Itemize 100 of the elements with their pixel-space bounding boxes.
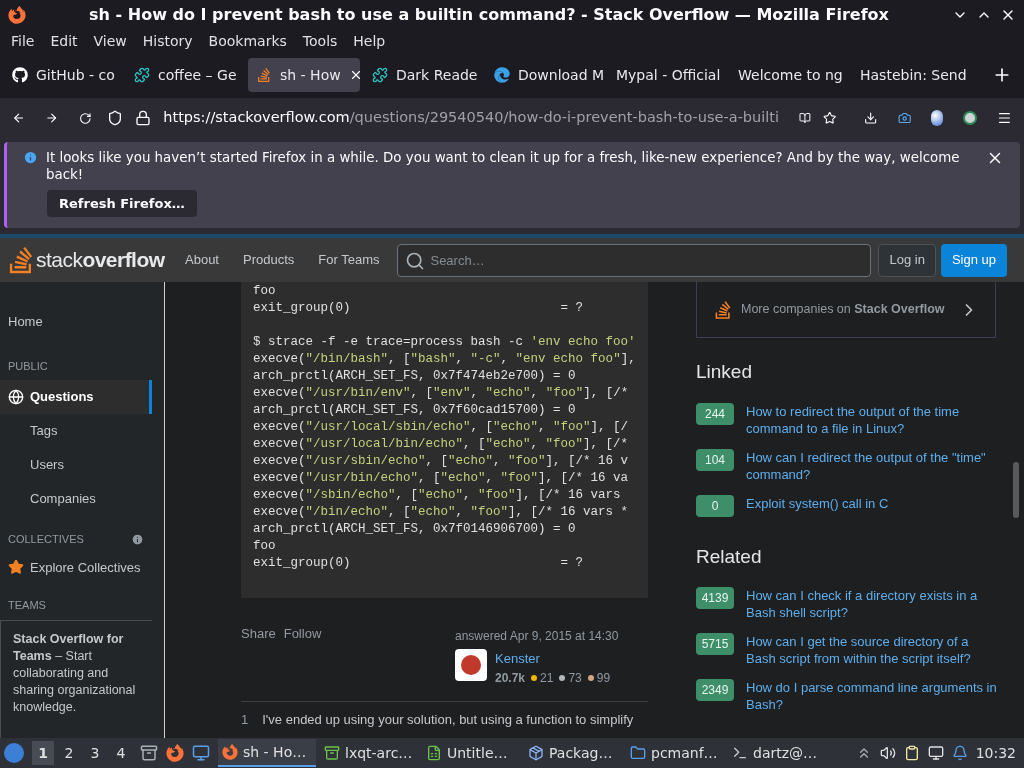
desktop-switcher[interactable]: 2: [58, 741, 80, 765]
post-action-link[interactable]: Follow: [283, 624, 322, 644]
firefox-icon: [8, 6, 26, 24]
shield-icon: [107, 110, 124, 126]
code-line: foo: [253, 283, 276, 300]
taskbar-button[interactable]: Packag…: [524, 739, 622, 767]
lock-icon: [135, 110, 152, 126]
menu-item[interactable]: Bookmarks: [200, 30, 295, 52]
sidebar-link[interactable]: Users: [0, 448, 152, 482]
reputation: 20.7k: [495, 669, 526, 687]
sidebar-link[interactable]: Home: [8, 312, 43, 332]
taskbar-button[interactable]: dartz@…: [728, 739, 826, 767]
clock: 10:32: [975, 743, 1016, 763]
firefox-icon[interactable]: [166, 744, 184, 762]
question-link[interactable]: How can I check if a directory exists in a Bash shell script?: [746, 587, 998, 621]
question-link[interactable]: How to redirect the output of the time command to a file in Linux?: [746, 402, 998, 437]
taskbar-button[interactable]: pcmanf…: [626, 739, 724, 767]
companies-card[interactable]: More companies on Stack Overflow: [696, 282, 996, 338]
desktop-switcher[interactable]: 3: [84, 741, 106, 765]
stack-icon: [256, 67, 272, 83]
menu-item[interactable]: Help: [345, 30, 394, 52]
site-logo[interactable]: stackoverflow: [36, 244, 165, 276]
question-link[interactable]: How do I parse command line arguments in Bash?: [746, 679, 998, 713]
desktop-switcher[interactable]: 4: [110, 741, 132, 765]
sidebar-link[interactable]: Tags: [0, 414, 152, 448]
notification-icon[interactable]: [951, 745, 968, 761]
badge-count: 99: [596, 669, 611, 687]
notification-text: It looks like you haven’t started Firefox in a while. Do you want to clean it up for a fresh, like-new experience? And by the way, welcome back!: [46, 149, 961, 183]
code-line: execve("/bin/bash", ["bash", "-c", "env echo foo"],: [253, 351, 636, 368]
browser-tab[interactable]: Mypal - Official: [608, 58, 726, 92]
question-link[interactable]: How can I redirect the output of the "time" command?: [746, 448, 998, 483]
browser-tab[interactable]: GitHub - co: [4, 58, 122, 92]
stack-icon: [713, 299, 733, 320]
volume-icon[interactable]: [879, 745, 896, 761]
score-badge: 2349: [696, 679, 734, 701]
stack-icon: [8, 245, 34, 275]
taskbar-button[interactable]: Untitle…: [422, 739, 520, 767]
download-icon[interactable]: [864, 109, 878, 127]
section-heading: Related: [696, 544, 762, 569]
question-link[interactable]: Exploit system() call in C: [746, 494, 998, 512]
wave-icon: [494, 67, 510, 83]
nav-link[interactable]: About: [173, 244, 231, 276]
menu-item[interactable]: Tools: [294, 30, 346, 52]
package-icon: [528, 745, 544, 761]
section-heading: PUBLIC: [8, 358, 48, 374]
desktop-icon[interactable]: [192, 744, 210, 762]
teams-promo: Stack Overflow for Teams – Start collaborating and sharing organizational knowledge.: [0, 619, 152, 738]
github-icon: [12, 67, 28, 83]
clipboard-icon[interactable]: [903, 745, 920, 761]
comment-score: 1: [241, 710, 249, 729]
code-line: execve("/bin/echo", ["echo", "foo"], [/* 16 vars *: [253, 504, 629, 521]
menu-item[interactable]: File: [3, 30, 43, 52]
desktop-switcher[interactable]: 1: [32, 741, 54, 765]
browser-tab[interactable]: Welcome to ng: [730, 58, 848, 92]
code-line: arch_prctl(ARCH_SET_FS, 0x7f0146906700) = 0: [253, 521, 576, 538]
section-heading: Linked: [696, 360, 752, 384]
bookmark-icon[interactable]: [822, 109, 837, 127]
puzzle-icon: [134, 67, 150, 83]
browser-tab[interactable]: Dark Reade: [364, 58, 482, 92]
network-icon[interactable]: [927, 745, 944, 761]
nav-link[interactable]: For Teams: [306, 244, 392, 276]
browser-tab[interactable]: sh - How: [248, 58, 360, 92]
score-badge: 104: [696, 448, 734, 471]
menu-item[interactable]: History: [134, 30, 201, 52]
code-line: execve("/usr/local/sbin/echo", ["echo", "foo"], [/: [253, 419, 629, 436]
post-action-link[interactable]: Share: [241, 624, 276, 644]
user-link[interactable]: Kenster: [495, 649, 540, 669]
code-line: arch_prctl(ARCH_SET_FS, 0x7f474eb2e700) = 0: [253, 368, 576, 385]
nav-link[interactable]: Products: [231, 244, 307, 276]
browser-tab[interactable]: coffee – Ge: [126, 58, 244, 92]
search-field[interactable]: Search…: [397, 243, 872, 277]
reader-icon[interactable]: [799, 110, 811, 126]
browser-tab[interactable]: Download M: [486, 58, 604, 92]
question-link[interactable]: How can I get the source directory of a Bash script from within the script itself?: [746, 633, 998, 667]
answered-date: answered Apr 9, 2015 at 14:30: [455, 628, 619, 645]
spreadsheet-icon: [426, 745, 442, 761]
refresh-button[interactable]: Refresh Firefox…: [47, 190, 197, 217]
section-heading: COLLECTIVES: [8, 532, 84, 547]
terminal-icon: [732, 745, 748, 761]
sidebar-link[interactable]: Questions: [0, 380, 152, 414]
code-line: $ strace -f -e trace=process bash -c 'env echo foo': [253, 334, 636, 351]
drawer-icon[interactable]: [140, 744, 158, 762]
taskbar-button[interactable]: lxqt-arc…: [320, 739, 418, 767]
sidebar-link[interactable]: Companies: [0, 482, 152, 516]
code-line: exit_group(0) = ?: [253, 555, 584, 572]
signup-button[interactable]: Sign up: [940, 243, 1007, 277]
taskbar-button[interactable]: sh - Ho…: [218, 739, 316, 767]
start-menu-icon[interactable]: [4, 743, 24, 763]
score-badge: 4139: [696, 587, 734, 609]
sidebar-link[interactable]: Explore Collectives: [8, 557, 141, 577]
scrollbar-thumb: [1013, 462, 1019, 518]
companies-text: More companies on Stack Overflow: [741, 301, 945, 319]
code-line: arch_prctl(ARCH_SET_FS, 0x7f60cad15700) = 0: [253, 402, 576, 419]
browser-tab[interactable]: Hastebin: Send: [852, 58, 970, 92]
code-line: execve("/usr/bin/echo", ["echo", "foo"], [/* 16 va: [253, 470, 629, 487]
login-button[interactable]: Log in: [878, 243, 936, 277]
code-line: execve("/usr/bin/env", ["env", "echo", "foo"], [/*: [253, 385, 629, 402]
menu-item[interactable]: View: [85, 30, 135, 52]
puzzle-icon: [372, 67, 388, 83]
menu-item[interactable]: Edit: [42, 30, 86, 52]
